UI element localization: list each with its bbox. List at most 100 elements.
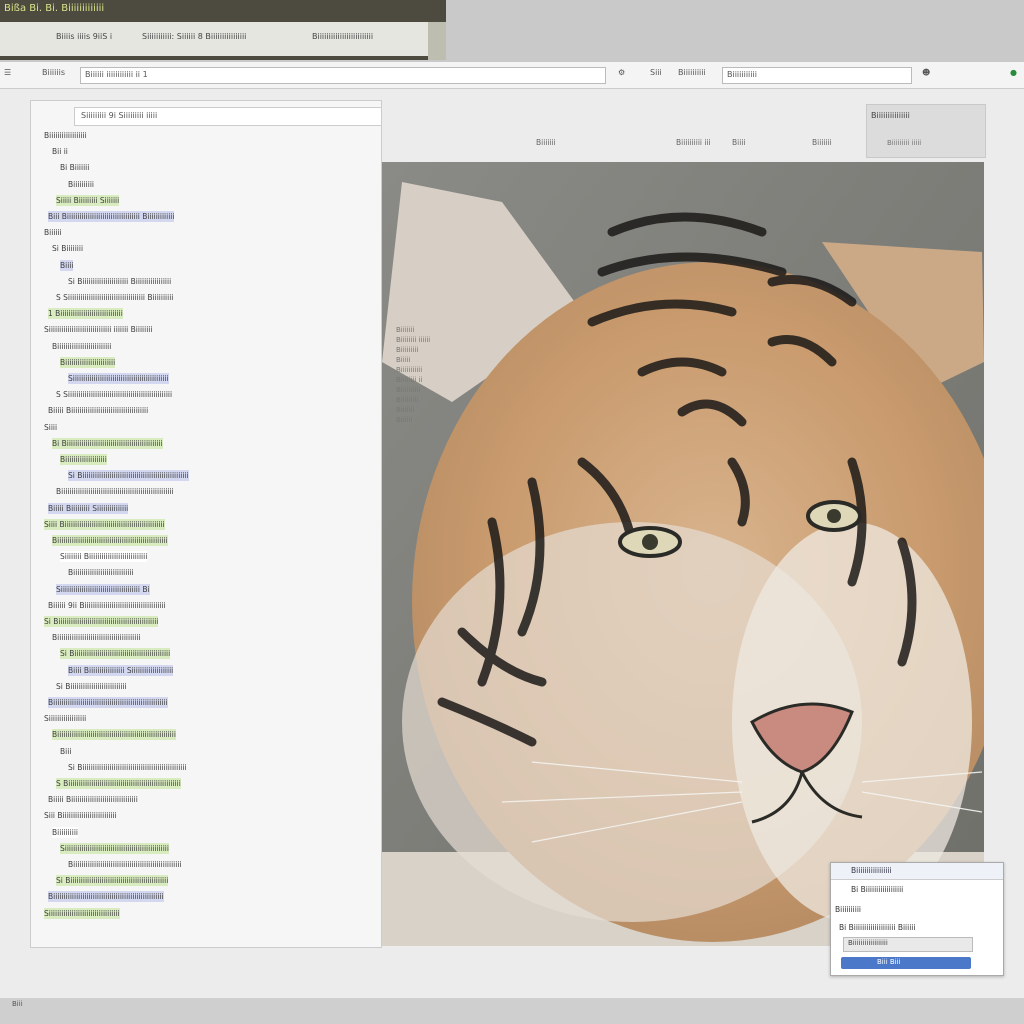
tree-item[interactable]: Siii Biiiiiiiiiiiiiiiiiiiiiiiiii [44,810,117,821]
overlay-line-6: Biiiiiiii ii [396,376,423,384]
tree-item[interactable]: Bi Biiiiiii [60,162,89,173]
dialog-confirm-button[interactable]: Biii Biii [841,957,971,969]
background-toolbar-text-1[interactable]: Biiiis iiiis 9iiS i [56,32,112,41]
image-header: Biiiiiii Biiiiiiiiii iii Biiii Biiiiiii [536,132,862,154]
tree-item[interactable]: S Siiiiiiiiiiiiiiiiiiiiiiiiiiiiiiiiiiiii… [56,292,173,303]
tree-item[interactable]: Si Biiiiiiiiiiiiiiiiiiiiiiiiiiiiiiiiiiii… [44,616,159,627]
tree-item[interactable]: Biiiiiiiiiiiiiiiiiiiiiiiiiiiiiiiiiiiiiii… [52,729,176,741]
thumbnail-card[interactable]: Biiiiiiiiiiiiiii Biiiiiiiii iiiii [866,104,986,158]
address-bar[interactable]: Biiiiii iiiiiiiiiiii ii 1 [80,67,606,84]
tree-item[interactable]: Biiiiiiiiiiiiiiiiiiiiiiiiiiiii [68,567,134,578]
status-text: Biii [12,1000,23,1008]
tree-item[interactable]: Biiiiiiiiiiiiiiiiiiiiiiiiiiiiiiiiiiiiiii… [48,697,168,708]
search-input[interactable]: Biiiiiiiiiii [722,67,912,84]
image-header-item-1[interactable]: Biiiiiii [536,138,556,147]
popup-dialog: Biiiiiiiiiiiiiiiii Bi Biiiiiiiiiiiiiiiii… [830,862,1004,976]
background-window-title: Bißa Bi. Bi. Biiiiiiiiiiiii [4,3,105,14]
settings-icon[interactable]: ⚙ [618,68,625,81]
tree-item[interactable]: Biiiiiiiiiiiiiiiiiiiiiiiiiiiiiiiiiiiiiii… [52,632,141,643]
dialog-line-3: Bi Biiiiiiiiiiiiiiiiiiii Biiiiii [839,923,916,932]
dialog-line-2: Biiiiiiiiii [835,905,861,914]
image-header-item-3[interactable]: Biiii [732,138,745,147]
tree-item[interactable]: Siiiiiiii Biiiiiiiiiiiiiiiiiiiiiiiiiiii [60,551,148,563]
overlay-line-9: Biiiiiii [396,406,415,414]
tree-item[interactable]: Siiii Biiiiiiiiiiiiiiiiiiiiiiiiiiiiiiiii… [44,518,165,530]
tree-item[interactable]: S Biiiiiiiiiiiiiiiiiiiiiiiiiiiiiiiiiiiii… [56,778,181,789]
tree-item[interactable]: Si Biiiiiiiiiiiiiiiiiiiiiiiiiiiiiiiiiiii… [60,648,171,660]
tiger-photo [382,162,984,946]
overlay-line-3: Biiiiiiiii [396,346,419,354]
image-overlay-text: Biiiiiii Biiiiiiii iiiiii Biiiiiiiii Bii… [396,326,478,448]
tree-item[interactable]: Siiii [44,422,57,433]
background-toolbar-text-2[interactable]: Siiiiiiiiiii: Siiiiii 8 Biiiiiiiiiiiiiii… [142,32,246,41]
nav-label[interactable]: Siii [650,68,662,81]
overlay-line-1: Biiiiiii [396,326,415,334]
dialog-title: Biiiiiiiiiiiiiiiii [851,866,892,875]
overlay-line-7: Biiiiiiiiii [396,386,421,394]
tree-item[interactable]: Siiiiiiiiiiiiiiiiiiiiiiiiiiiiiiiiii [44,907,120,919]
tree-item[interactable]: 1 Biiiiiiiiiiiiiiiiiiiiiiiiiiiiii [48,308,123,320]
overlay-line-2: Biiiiiiii iiiiii [396,336,431,344]
tree-item[interactable]: Biiiii Biiiiiiiiiiiiiiiiiiiiiiiiiiiiiiii [48,794,138,805]
tree-item[interactable]: Biiiiiiiiii [68,179,94,190]
dialog-line-1: Bi Biiiiiiiiiiiiiiiiii [851,885,904,894]
tree-item[interactable]: Si Biiiiiiiiiiiiiiiiiiiiiiiiiii [56,681,127,692]
tree-item[interactable]: Si Biiiiiiiiiiiiiiiiiiiiiiiiiiiiiiiiiiii… [56,875,169,887]
tree-item[interactable]: Biiiiii [44,227,62,238]
tree-item[interactable]: Siiiiiiiiiiiiiiiiiiiiiiiiiiiiiiiiiiiiiii… [68,373,169,384]
image-header-item-4[interactable]: Biiiiiii [812,138,832,147]
background-window-toolbar: Biiiis iiiis 9iiS i Siiiiiiiiiii: Siiiii… [0,22,428,56]
dialog-title-bar[interactable]: Biiiiiiiiiiiiiiiii [831,863,1003,880]
thumbnail-title: Biiiiiiiiiiiiiii [871,111,910,120]
user-icon[interactable]: ☻ [922,68,930,81]
tree-item[interactable]: Biiii [60,259,74,271]
tree-item[interactable]: Si Biiiiiiiiiiiiiiiiiiiiiiiiiiiiiiiiiiii… [68,470,189,482]
background-toolbar-text-3[interactable]: Biiiiiiiiiiiiiiiiiiiiiiiii [312,32,373,41]
overlay-line-5: Biiiiiiiiiii [396,366,423,374]
image-header-item-2[interactable]: Biiiiiiiiii iii [676,138,711,147]
tree-item[interactable]: Biiiiiiiiiiiiiiiiiiiiiiiiii [52,341,111,352]
dialog-input-text: Biiiiiiiiiiiiiiiiii [848,939,888,947]
tree-item[interactable]: Biii Biiiiiiiiiiiiiiiiiiiiiiiiiiiiiiiiii… [48,211,175,222]
tree-item[interactable]: Bii ii [52,146,68,157]
tree-item[interactable]: Biiiiiiiiiiiiiiiiii [44,130,87,141]
tree-item[interactable]: Bi Biiiiiiiiiiiiiiiiiiiiiiiiiiiiiiiiiiii… [52,437,163,449]
tree-item[interactable]: Biiiiiiiiiiiiiiiiiiiiiiiiiiiiiiiiiiiiiii… [56,486,174,497]
overlay-line-4: Biiiii [396,356,411,364]
tree-item[interactable]: Si Biiiiiiii [52,243,83,254]
tree-item[interactable]: Biiiiiiiiii [52,826,78,838]
menu-icon[interactable]: ☰ [4,68,11,81]
tree-item[interactable]: S Siiiiiiiiiiiiiiiiiiiiiiiiiiiiiiiiiiiii… [56,389,172,400]
tree-item[interactable]: Siiiiiiiiiiiiiiiiii [44,713,86,724]
tree-item[interactable]: Biiiiiiiiiiiiiiiiiiiiiiiiiiiiiiiiiiiiiii… [68,859,182,870]
tree-item[interactable]: Biii [60,746,71,757]
tree-item[interactable]: Si Biiiiiiiiiiiiiiiiiiiiii Biiiiiiiiiiii… [68,276,171,287]
tree-item[interactable]: Biiiiiiiiiiiiiiiiiiii [60,454,107,465]
status-bar: Biii [0,998,1024,1024]
tree-item[interactable]: Siiiiiiiiiiiiiiiiiiiiiiiiiiiiiiiiiiiiii … [56,583,150,595]
address-text: Biiiiii iiiiiiiiiiii ii 1 [85,70,148,79]
status-dot-icon: ● [1010,68,1017,77]
left-panel-header-text: Siiiiiiiii 9i Siiiiiiiii iiiii [81,111,158,120]
search-placeholder: Biiiiiiiiiii [727,70,757,79]
background-window-grip[interactable] [428,22,446,60]
back-button[interactable]: Biiiiiis [42,68,65,81]
overlay-line-8: Biiiiiiiii [396,396,419,404]
tools-label[interactable]: Biiiiiiiiii [678,68,706,81]
dialog-input[interactable]: Biiiiiiiiiiiiiiiiii [843,937,973,952]
tree-item[interactable]: Biiiiii 9ii Biiiiiiiiiiiiiiiiiiiiiiiiiii… [48,600,166,611]
left-panel-header[interactable]: Siiiiiiiii 9i Siiiiiiiii iiiii [74,107,382,126]
thumbnail-subtitle: Biiiiiiiii iiiii [887,139,922,147]
tree-item[interactable]: Biiiii Biiiiiiiii Siiiiiiiiiiiiiii [48,502,129,514]
tree-item[interactable]: Siiiiiiiiiiiiiiiiiiiiiiiiiiiiiiiiiiiiiii… [60,842,169,854]
tree-item[interactable]: Biiiiiiiiiiiiiiiiiiiiiiiiiiiiiiiiiiiiiii… [52,535,168,546]
tree-item[interactable]: Siiiii Biiiiiiiii Siiiiiii [56,194,120,206]
tree-item[interactable]: Biiiii Biiiiiiiiiiiiiiiiiiiiiiiiiiiiiiii… [48,405,148,416]
tree-item[interactable]: Siiiiiiiiiiiiiiiiiiiiiiiiiiiiii iiiiiii … [44,324,152,335]
overlay-line-10: Biiiiii [396,416,413,424]
dialog-button-label: Biii Biii [877,958,901,966]
tree-item[interactable]: Biiii Biiiiiiiiiiiiiiiii Siiiiiiiiiiiiii… [68,664,174,676]
tree-item[interactable]: Biiiiiiiiiiiiiiiiiiiiiiiiiiiiiiiiiiiiiii… [48,891,164,903]
tree-item[interactable]: Biiiiiiiiiiiiiiiiiiiiiiii [60,356,116,368]
tree-item[interactable]: Si Biiiiiiiiiiiiiiiiiiiiiiiiiiiiiiiiiiii… [68,762,187,773]
